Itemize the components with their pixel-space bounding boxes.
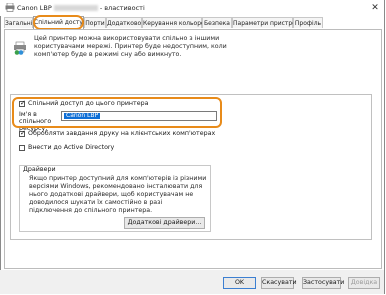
window-title-redacted	[53, 5, 98, 11]
drivers-text: Якщо принтер доступний для комп'ютерів і…	[29, 175, 207, 214]
help-button[interactable]: Довідка	[348, 277, 380, 289]
tab-device-settings[interactable]: Параметри пристрою	[232, 17, 301, 28]
ok-button[interactable]: OK	[223, 277, 256, 289]
apply-button[interactable]: Застосувати	[302, 277, 344, 289]
render-jobs-checkbox[interactable]	[19, 129, 26, 137]
tab-ports[interactable]: Порти	[84, 17, 106, 28]
active-directory-checkbox[interactable]	[19, 145, 25, 151]
tab-highlight-callout	[33, 15, 84, 30]
render-jobs-label: Обробляти завдання друку на клієнтських …	[28, 130, 216, 137]
printer-icon	[5, 3, 15, 12]
window-title-prefix: Canon LBP	[17, 4, 52, 12]
tab-profile[interactable]: Профіль	[293, 17, 323, 28]
window-title-suffix: - властивості	[99, 4, 145, 12]
tab-security[interactable]: Безпека	[202, 17, 232, 28]
drivers-title: Драйвери	[23, 166, 56, 173]
close-button[interactable]: ✕	[369, 2, 381, 14]
tab-general[interactable]: Загальні	[4, 17, 33, 28]
share-highlight-callout	[12, 97, 222, 128]
active-directory-label: Внести до Active Directory	[28, 144, 115, 151]
tab-color-management[interactable]: Керування кольором	[142, 17, 209, 28]
shared-printer-icon	[14, 41, 26, 55]
window-title: Canon LBP - властивості	[17, 4, 145, 12]
cancel-button[interactable]: Скасувати	[261, 277, 297, 289]
additional-drivers-button[interactable]: Додаткові драйвери...	[124, 217, 205, 229]
sharing-info-text: Цей принтер можна використовувати спільн…	[34, 35, 227, 58]
tab-advanced[interactable]: Додатково	[106, 17, 142, 28]
